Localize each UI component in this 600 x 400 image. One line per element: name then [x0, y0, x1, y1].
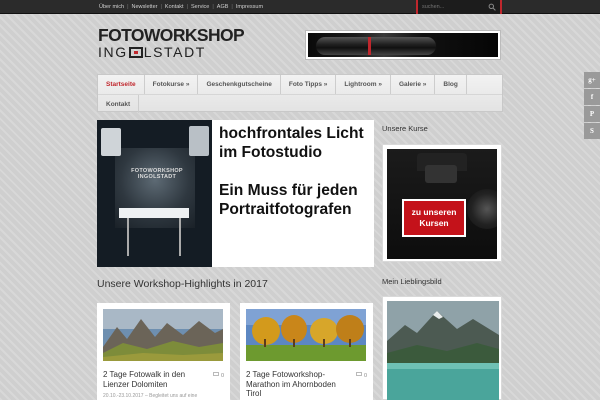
site-logo[interactable]: FOTOWORKSHOP ING LSTADT: [98, 25, 245, 62]
nav-item-galerie[interactable]: Galerie »: [391, 75, 436, 94]
post-card[interactable]: 2 Tage Fotowalk in den Lienzer Dolomiten…: [97, 303, 230, 400]
lieblingsbild-image[interactable]: [387, 301, 499, 400]
sidebar-lieblingsbild-widget[interactable]: [382, 296, 502, 400]
featured-text: hochfrontales Licht im Fotostudio Ein Mu…: [219, 124, 371, 219]
featured-text-part-2: Ein Muss für jeden Portraitfotografen: [219, 182, 358, 218]
post-excerpt: 20.10.-23.10.2017 – Begleitet uns auf ei…: [103, 393, 198, 399]
nav-item-blog[interactable]: Blog: [435, 75, 467, 94]
photo-table: [119, 208, 189, 218]
kurse-button-face: zu unseren Kursen: [404, 201, 464, 235]
sidebar-title-kurse: Unsere Kurse: [382, 124, 428, 133]
comment-count-value: 0: [363, 372, 367, 379]
photo-studio-lamp-left: [101, 128, 121, 156]
nav-item-kontakt[interactable]: Kontakt: [98, 95, 140, 113]
logo-o-mark-icon: [128, 46, 143, 58]
logo-text-part-b: LSTADT: [143, 44, 206, 60]
post-thumbnail-ahornboden[interactable]: [246, 309, 366, 361]
post-card[interactable]: 2 Tage Fotoworkshop-Marathon im Ahornbod…: [240, 303, 373, 400]
top-nav-agb[interactable]: AGB: [214, 4, 232, 10]
main-navigation: Startseite Fotokurse » Geschenkgutschein…: [97, 74, 503, 113]
nav-item-lightroom[interactable]: Lightroom »: [336, 75, 391, 94]
facebook-icon[interactable]: f: [584, 89, 600, 105]
kurse-button-line-1: zu unseren: [411, 207, 457, 217]
photo-studio-lamp-right: [189, 126, 209, 156]
sidebar-title-lieblingsbild: Mein Lieblingsbild: [382, 277, 442, 286]
kurse-button[interactable]: zu unseren Kursen: [402, 199, 466, 237]
skype-icon[interactable]: S: [584, 123, 600, 139]
featured-text-part-1: hochfrontales Licht im Fotostudio: [219, 125, 364, 161]
photo-wall-logo-text: FOTOWORKSHOP INGOLSTADT: [131, 168, 183, 180]
main-nav-row-1: Startseite Fotokurse » Geschenkgutschein…: [98, 75, 502, 94]
google-plus-icon[interactable]: g+: [584, 72, 600, 88]
nav-item-fotokurse[interactable]: Fotokurse »: [145, 75, 199, 94]
post-thumbnail-dolomiten[interactable]: [103, 309, 223, 361]
top-navigation: Über mich | Newsletter | Kontakt | Service |…: [96, 0, 266, 14]
banner-image: [308, 33, 498, 57]
top-bar: [0, 0, 600, 14]
camera-viewfinder-shape: [425, 165, 457, 183]
nav-item-startseite[interactable]: Startseite: [98, 75, 145, 94]
featured-text-gap: [219, 162, 371, 181]
banner-lens-ring: [368, 37, 371, 55]
post-title[interactable]: 2 Tage Fotoworkshop-Marathon im Ahornbod…: [246, 370, 352, 399]
logo-line-2: ING LSTADT: [98, 44, 218, 60]
top-nav-impressum[interactable]: Impressum: [233, 4, 266, 10]
top-nav-newsletter[interactable]: Newsletter: [129, 4, 161, 10]
main-nav-row-2: Kontakt: [98, 94, 502, 113]
post-comment-count[interactable]: 0: [213, 372, 224, 379]
post-comment-count[interactable]: 0: [356, 372, 367, 379]
nav-item-foto-tipps[interactable]: Foto Tipps »: [281, 75, 337, 94]
search-icon[interactable]: [488, 3, 496, 11]
top-nav-kontakt[interactable]: Kontakt: [162, 4, 187, 10]
search-input[interactable]: [418, 4, 488, 10]
comment-count-value: 0: [220, 372, 224, 379]
camera-image[interactable]: zu unseren Kursen: [387, 149, 497, 259]
top-nav-ueber-mich[interactable]: Über mich: [96, 4, 127, 10]
banner-lens-shape: [316, 37, 436, 55]
pinterest-icon[interactable]: P: [584, 106, 600, 122]
logo-line-1: FOTOWORKSHOP: [98, 25, 245, 45]
featured-studio-photo: FOTOWORKSHOP INGOLSTADT: [97, 120, 212, 267]
header-banner-camera-lens[interactable]: [305, 30, 501, 60]
section-title: Unsere Workshop-Highlights in 2017: [97, 278, 268, 290]
comment-icon: [213, 372, 219, 379]
comment-icon: [356, 372, 362, 379]
camera-dial-shape: [467, 189, 497, 229]
nav-item-geschenkgutscheine[interactable]: Geschenkgutscheine: [198, 75, 281, 94]
search-box: [416, 0, 502, 14]
kurse-button-line-2: Kursen: [419, 218, 449, 228]
post-title[interactable]: 2 Tage Fotowalk in den Lienzer Dolomiten: [103, 370, 209, 389]
social-share-bar: g+ f P S: [584, 72, 600, 140]
featured-slider[interactable]: FOTOWORKSHOP INGOLSTADT hochfrontales Li…: [97, 120, 374, 267]
photo-table-legs: [127, 218, 181, 256]
logo-text-part-a: ING: [98, 44, 128, 60]
sidebar-kurse-widget[interactable]: zu unseren Kursen: [382, 144, 502, 262]
top-nav-service[interactable]: Service: [188, 4, 212, 10]
